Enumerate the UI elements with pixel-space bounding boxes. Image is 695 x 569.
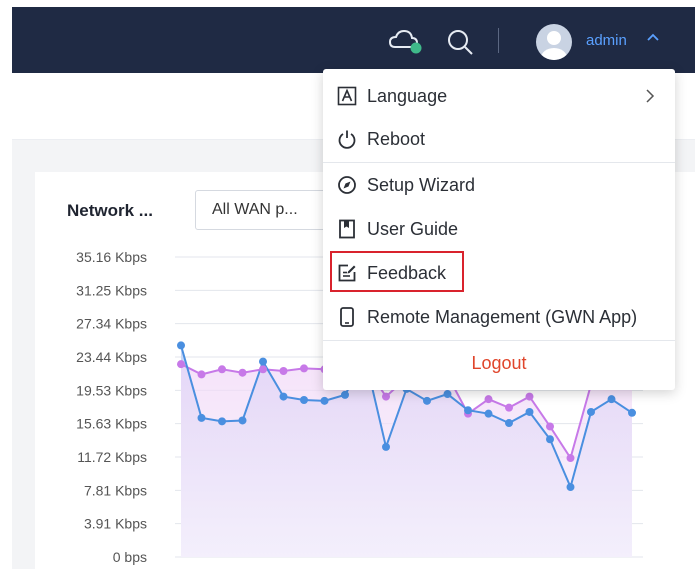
book-icon: [337, 219, 357, 239]
data-point: [566, 483, 575, 492]
data-point: [177, 360, 185, 369]
menu-item-reboot[interactable]: Reboot: [323, 118, 675, 160]
data-point: [628, 408, 636, 417]
data-point: [218, 417, 226, 426]
data-point: [505, 419, 513, 428]
data-point: [566, 454, 575, 463]
data-point: [279, 392, 288, 401]
y-tick-label: 11.72 Kbps: [77, 449, 147, 465]
data-point: [587, 407, 595, 416]
y-tick-label: 31.25 Kbps: [76, 282, 147, 298]
menu-item-setup-wizard[interactable]: Setup Wizard: [323, 164, 675, 206]
data-point: [300, 396, 308, 405]
menu-item-feedback[interactable]: Feedback: [323, 252, 675, 294]
data-point: [300, 364, 308, 373]
menu-item-remote-management-label: Remote Management (GWN App): [367, 307, 638, 327]
power-icon: [337, 129, 357, 149]
menu-item-user-guide[interactable]: User Guide: [323, 208, 675, 250]
data-point: [238, 368, 247, 377]
menu-item-language-label: Language: [367, 86, 448, 106]
data-point: [218, 365, 226, 374]
y-tick-label: 3.91 Kbps: [84, 516, 147, 532]
language-icon: [337, 86, 357, 106]
data-point: [197, 370, 206, 379]
data-point: [484, 395, 493, 404]
logout-label: Logout: [471, 353, 527, 373]
data-point: [320, 396, 329, 405]
menu-item-reboot-label: Reboot: [367, 129, 426, 149]
menu-item-setup-wizard-label: Setup Wizard: [367, 175, 476, 195]
feedback-edit-icon: [337, 263, 357, 283]
data-point: [197, 413, 206, 422]
y-tick-label: 23.44 Kbps: [76, 349, 147, 365]
data-point: [546, 435, 554, 444]
phone-icon: [337, 307, 357, 327]
data-point: [525, 392, 534, 401]
menu-divider: [323, 162, 675, 163]
data-point: [423, 396, 431, 405]
logout-button[interactable]: Logout: [323, 343, 675, 385]
data-point: [382, 392, 390, 401]
y-tick-label: 27.34 Kbps: [76, 316, 147, 332]
data-point: [259, 357, 267, 366]
y-tick-label: 19.53 Kbps: [76, 382, 147, 398]
y-tick-label: 0 bps: [113, 549, 147, 565]
menu-item-language[interactable]: Language: [323, 75, 675, 117]
data-point: [238, 416, 247, 425]
menu-item-user-guide-label: User Guide: [367, 219, 459, 239]
menu-item-remote-management[interactable]: Remote Management (GWN App): [323, 296, 675, 338]
data-point: [525, 407, 534, 416]
y-tick-label: 7.81 Kbps: [84, 482, 147, 498]
menu-divider: [323, 340, 675, 341]
data-point: [279, 366, 288, 375]
series-area: [181, 364, 632, 557]
user-dropdown-menu: Language Reboot Setup Wizard User Guide …: [323, 69, 675, 390]
data-point: [177, 341, 185, 350]
chevron-right-icon: [645, 89, 655, 108]
data-point: [382, 442, 390, 451]
data-point: [484, 409, 493, 418]
menu-item-feedback-label: Feedback: [367, 263, 447, 283]
data-point: [443, 390, 452, 399]
data-point: [546, 422, 554, 431]
data-point: [505, 403, 513, 412]
data-point: [464, 406, 472, 415]
y-tick-label: 15.63 Kbps: [76, 416, 147, 432]
data-point: [259, 365, 267, 374]
compass-icon: [337, 175, 357, 195]
data-point: [341, 390, 349, 399]
y-tick-label: 35.16 Kbps: [76, 249, 147, 265]
data-point: [607, 395, 616, 404]
